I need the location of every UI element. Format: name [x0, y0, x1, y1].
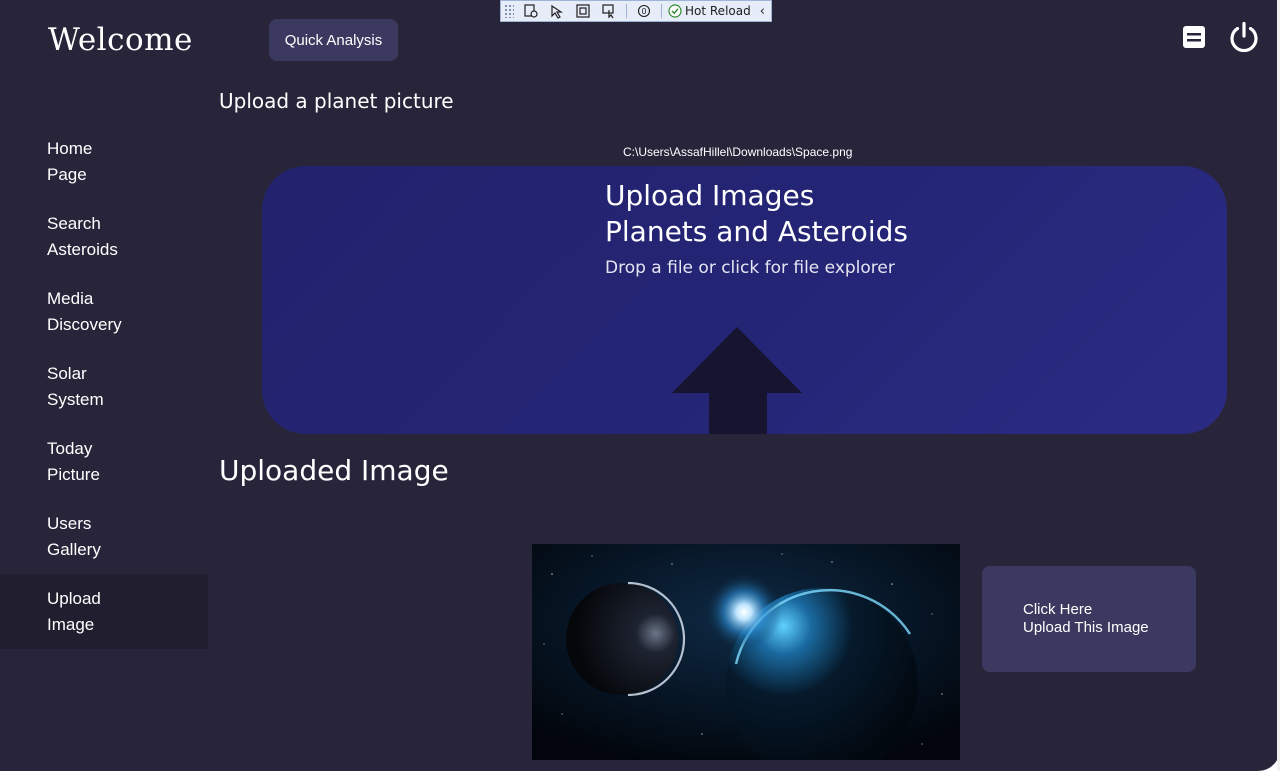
select-element-icon[interactable] [548, 3, 566, 19]
toolbar-separator [626, 4, 627, 18]
upload-button-line1: Click Here [1023, 601, 1093, 618]
sidebar-item-label: Upload [47, 588, 101, 608]
sidebar-item-label: System [47, 389, 104, 409]
sidebar-item-label: Search [47, 213, 101, 233]
track-focus-icon[interactable] [600, 3, 618, 19]
binding-failures-icon[interactable]: 0 [635, 3, 653, 19]
check-circle-icon [668, 4, 682, 18]
sidebar-item-label: Image [47, 614, 95, 634]
sidebar-item-search-asteroids[interactable]: Search Asteroids [0, 199, 208, 274]
window-actions [1177, 20, 1261, 54]
upload-button-line2: Upload This Image [1023, 619, 1149, 636]
hot-reload-label: Hot Reload [685, 4, 751, 18]
dropzone-subtitle: Drop a file or click for file explorer [605, 258, 895, 278]
upload-dropzone[interactable]: Upload Images Planets and Asteroids Drop… [262, 166, 1227, 434]
sidebar-item-media-discovery[interactable]: Media Discovery [0, 274, 208, 349]
sidebar-item-label: Solar [47, 363, 87, 383]
section-title: Upload a planet picture [219, 89, 454, 113]
database-icon[interactable] [1177, 20, 1211, 54]
sidebar-item-label: Home [47, 138, 93, 158]
app-window: Welcome Quick Analysis 0 Hot Reload ‹ Ho… [0, 0, 1280, 771]
live-tree-icon[interactable] [522, 3, 540, 19]
dropzone-title: Upload Images Planets and Asteroids [605, 178, 908, 250]
dropzone-title-line1: Upload Images [605, 179, 815, 212]
upload-arrow-icon [672, 327, 802, 434]
sidebar-item-label: Page [47, 164, 87, 184]
sidebar-item-label: Media [47, 288, 94, 308]
dropzone-title-line2: Planets and Asteroids [605, 215, 908, 248]
toolbar-separator [661, 4, 662, 18]
selected-file-path: C:\Users\AssafHillel\Downloads\Space.png [623, 145, 853, 159]
hot-reload-status[interactable]: Hot Reload [668, 4, 751, 18]
svg-text:0: 0 [641, 7, 646, 16]
app-title: Welcome [48, 22, 193, 58]
sidebar-nav: Home Page Search Asteroids Media Discove… [0, 124, 208, 649]
display-adorners-icon[interactable] [574, 3, 592, 19]
sidebar-item-solar-system[interactable]: Solar System [0, 349, 208, 424]
power-icon[interactable] [1227, 20, 1261, 54]
quick-analysis-button[interactable]: Quick Analysis [269, 19, 398, 61]
collapse-toolbar-icon[interactable]: ‹ [760, 4, 765, 19]
sidebar-item-label: Today [47, 438, 93, 458]
sidebar-item-label: Gallery [47, 539, 101, 559]
sidebar-item-upload-image[interactable]: Upload Image [0, 574, 208, 649]
sidebar-item-home-page[interactable]: Home Page [0, 124, 208, 199]
toolbar-grip[interactable] [504, 4, 514, 18]
sidebar-item-today-picture[interactable]: Today Picture [0, 424, 208, 499]
uploaded-image-title: Uploaded Image [219, 454, 449, 487]
sidebar-item-label: Asteroids [47, 239, 118, 259]
sidebar-item-label: Users [47, 513, 92, 533]
debug-toolbar: 0 Hot Reload ‹ [500, 0, 772, 22]
sidebar-item-label: Picture [47, 464, 100, 484]
uploaded-image-preview [532, 544, 960, 760]
sidebar-item-users-gallery[interactable]: Users Gallery [0, 499, 208, 574]
sidebar-item-label: Discovery [47, 314, 122, 334]
upload-this-image-button[interactable]: Click Here Upload This Image [982, 566, 1196, 672]
